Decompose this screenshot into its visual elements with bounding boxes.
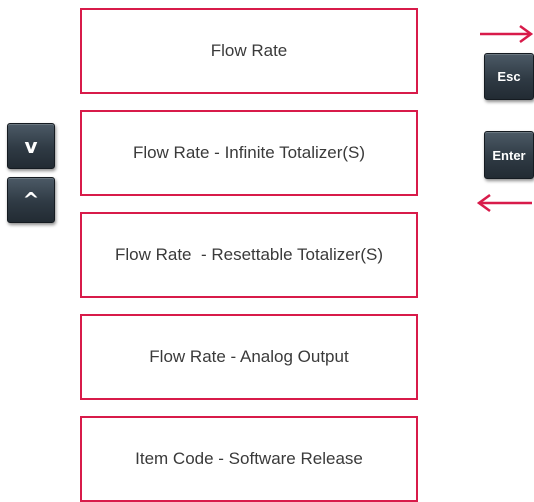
- menu-item-label: Item Code - Software Release: [135, 449, 363, 468]
- down-key-button[interactable]: v: [7, 123, 55, 169]
- menu-item-infinite-totalizer[interactable]: Flow Rate - Infinite Totalizer(S): [80, 110, 418, 196]
- arrow-left-icon: [476, 193, 532, 213]
- menu-item-analog-output[interactable]: Flow Rate - Analog Output: [80, 314, 418, 400]
- enter-key-button[interactable]: Enter: [484, 131, 534, 179]
- up-key-button[interactable]: ^: [7, 177, 55, 223]
- arrow-right-icon: [480, 24, 534, 44]
- esc-key-button[interactable]: Esc: [484, 53, 534, 100]
- menu-item-label: Flow Rate - Resettable Totalizer(S): [114, 245, 383, 264]
- chevron-up-icon: ^: [22, 188, 40, 212]
- menu-item-software-release[interactable]: Item Code - Software Release: [80, 416, 418, 502]
- chevron-down-icon: v: [24, 134, 38, 158]
- menu-item-label: Flow Rate - Analog Output: [149, 347, 349, 366]
- menu-item-label: Flow Rate - Infinite Totalizer(S): [132, 143, 366, 162]
- esc-key-label: Esc: [497, 69, 521, 84]
- menu-item-flow-rate[interactable]: Flow Rate: [80, 8, 418, 94]
- enter-key-label: Enter: [492, 147, 526, 163]
- menu-item-resettable-totalizer[interactable]: Flow Rate - Resettable Totalizer(S): [80, 212, 418, 298]
- menu-item-label: Flow Rate: [210, 41, 288, 60]
